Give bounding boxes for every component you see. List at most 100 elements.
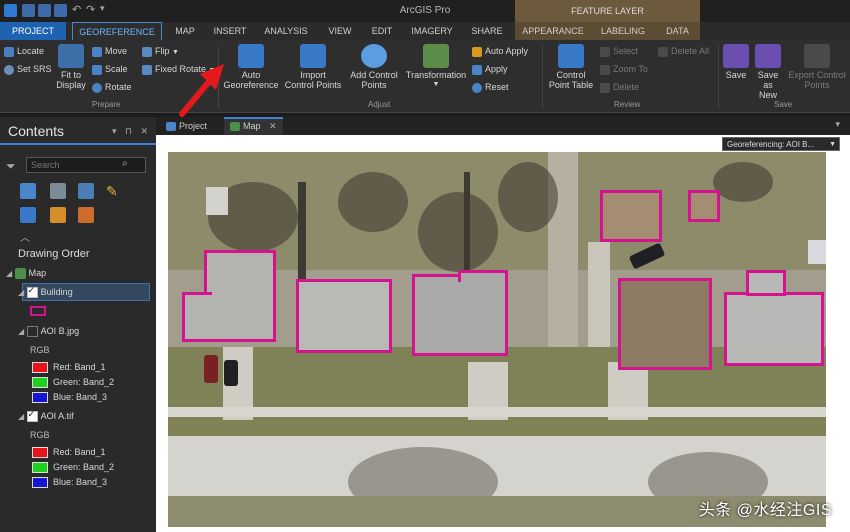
list-by-charts-icon[interactable] [78, 207, 94, 223]
contents-pane: Contents ▾ ⊓ ✕ ⏷ ⌕ ✎ ︿ Drawing Order ◢ M… [0, 117, 156, 532]
building-polygon[interactable] [412, 274, 508, 356]
list-by-selection-icon[interactable] [78, 183, 94, 199]
building-polygon[interactable] [600, 190, 662, 242]
apply-button[interactable]: Apply [472, 64, 508, 75]
building-symbol[interactable] [30, 306, 46, 316]
tree-building[interactable]: ◢ Building [18, 285, 73, 299]
blue-swatch[interactable] [32, 477, 48, 489]
tree-canopy [498, 162, 558, 232]
tab-imagery[interactable]: IMAGERY [404, 22, 460, 40]
transformation-dropdown[interactable]: Transformation ▼ [404, 44, 468, 90]
group-label-save: Save [774, 100, 793, 109]
tab-edit[interactable]: EDIT [364, 22, 400, 40]
list-by-snapping-icon[interactable] [20, 207, 36, 223]
delete-all-button[interactable]: Delete All [658, 46, 709, 57]
expand-icon[interactable]: ◢ [18, 288, 24, 297]
tab-analysis[interactable]: ANALYSIS [258, 22, 314, 40]
search-icon[interactable]: ⌕ [122, 158, 128, 169]
table-icon [558, 44, 584, 68]
list-by-data-source-icon[interactable] [50, 183, 66, 199]
set-srs-button[interactable]: Set SRS [4, 64, 52, 75]
rotate-button[interactable]: Rotate [92, 82, 132, 93]
tab-appearance[interactable]: APPEARANCE [515, 22, 591, 40]
tab-menu-icon[interactable]: ▾ [835, 119, 840, 130]
tab-data[interactable]: DATA [655, 22, 700, 40]
building-polygon[interactable] [182, 292, 212, 342]
group-label-review: Review [614, 100, 641, 109]
blue-swatch[interactable] [32, 392, 48, 404]
georeferencing-dropdown[interactable]: Georeferencing: AOI B... ▼ [722, 137, 840, 151]
expand-icon[interactable]: ◢ [18, 327, 24, 336]
terrace-strip [168, 420, 826, 436]
tab-georeference[interactable]: GEOREFERENCE [72, 22, 162, 40]
apply-icon [472, 64, 482, 75]
green-swatch[interactable] [32, 462, 48, 474]
tab-labeling[interactable]: LABELING [591, 22, 655, 40]
delete-button[interactable]: Delete [600, 82, 639, 93]
tab-project-view[interactable]: Project [160, 119, 213, 133]
save-as-new-button[interactable]: Save as New [752, 44, 784, 100]
list-by-drawing-order-icon[interactable] [20, 183, 36, 199]
drawing-order-heading: Drawing Order [18, 248, 90, 260]
aoi-b-visibility-checkbox[interactable] [26, 326, 38, 338]
zoom-to-button[interactable]: Zoom To [600, 64, 648, 75]
tab-view[interactable]: VIEW [320, 22, 360, 40]
car [204, 355, 218, 383]
chevron-up-icon[interactable]: ︿ [20, 229, 30, 244]
red-swatch[interactable] [32, 447, 48, 459]
shed [206, 187, 228, 215]
auto-apply-toggle[interactable]: Auto Apply [472, 46, 528, 57]
rgb-label: RGB [30, 430, 50, 440]
building-polygon[interactable] [746, 270, 786, 296]
search-input[interactable] [26, 157, 146, 173]
fit-to-display-button[interactable]: Fit to Display [52, 44, 90, 90]
move-icon [92, 46, 102, 57]
band-red: Red: Band_1 [32, 447, 106, 459]
expand-icon[interactable]: ◢ [6, 269, 12, 278]
tab-map[interactable]: MAP [168, 22, 202, 40]
tree-aoi-b[interactable]: ◢ AOI B.jpg [18, 326, 79, 338]
ribbon-tab-bar: PROJECT GEOREFERENCE MAP INSERT ANALYSIS… [0, 22, 850, 40]
export-control-points-button[interactable]: Export Control Points [786, 44, 848, 90]
building-polygon[interactable] [618, 278, 712, 370]
move-button[interactable]: Move [92, 46, 127, 57]
select-button[interactable]: Select [600, 46, 638, 57]
building-polygon[interactable] [458, 270, 508, 282]
feature-layer-context-header: FEATURE LAYER [515, 0, 700, 22]
import-control-points-button[interactable]: Import Control Points [284, 44, 342, 90]
red-swatch[interactable] [32, 362, 48, 374]
tab-share[interactable]: SHARE [464, 22, 510, 40]
tab-map-view[interactable]: Map ✕ [224, 117, 283, 135]
save-button[interactable]: Save [722, 44, 750, 80]
flip-dropdown[interactable]: Flip ▼ [142, 46, 179, 57]
building-polygon[interactable] [296, 279, 392, 353]
building-polygon[interactable] [204, 250, 276, 342]
control-point-table-button[interactable]: Control Point Table [546, 44, 596, 90]
reset-icon [472, 82, 482, 93]
app-title: ArcGIS Pro [399, 5, 451, 16]
aoi-a-visibility-checkbox[interactable] [26, 409, 38, 423]
tree-map[interactable]: ◢ Map [6, 268, 46, 280]
tree-aoi-a[interactable]: ◢ AOI A.tif [18, 409, 74, 423]
building-polygon[interactable] [724, 292, 824, 366]
reset-button[interactable]: Reset [472, 82, 509, 93]
list-by-labeling-icon[interactable] [50, 207, 66, 223]
aerial-imagery[interactable] [168, 152, 826, 527]
building-visibility-checkbox[interactable] [26, 285, 38, 299]
pane-controls[interactable]: ▾ ⊓ ✕ [112, 126, 151, 137]
filter-icon[interactable]: ⏷ [6, 159, 16, 174]
green-swatch[interactable] [32, 377, 48, 389]
list-by-editing-icon[interactable]: ✎ [106, 183, 122, 199]
scale-button[interactable]: Scale [92, 64, 128, 75]
tree-canopy [713, 162, 773, 202]
tab-insert[interactable]: INSERT [208, 22, 252, 40]
map-view[interactable]: Georeferencing: AOI B... ▼ 头条 @水经注GIS [156, 135, 850, 532]
band-green: Green: Band_2 [32, 462, 114, 474]
expand-icon[interactable]: ◢ [18, 412, 24, 421]
locate-button[interactable]: Locate [4, 46, 44, 57]
building-polygon[interactable] [688, 190, 720, 222]
tab-project[interactable]: PROJECT [0, 22, 66, 40]
add-control-points-button[interactable]: Add Control Points [346, 44, 402, 90]
close-icon[interactable]: ✕ [269, 121, 277, 131]
watermark-text: 头条 @水经注GIS [698, 502, 832, 519]
